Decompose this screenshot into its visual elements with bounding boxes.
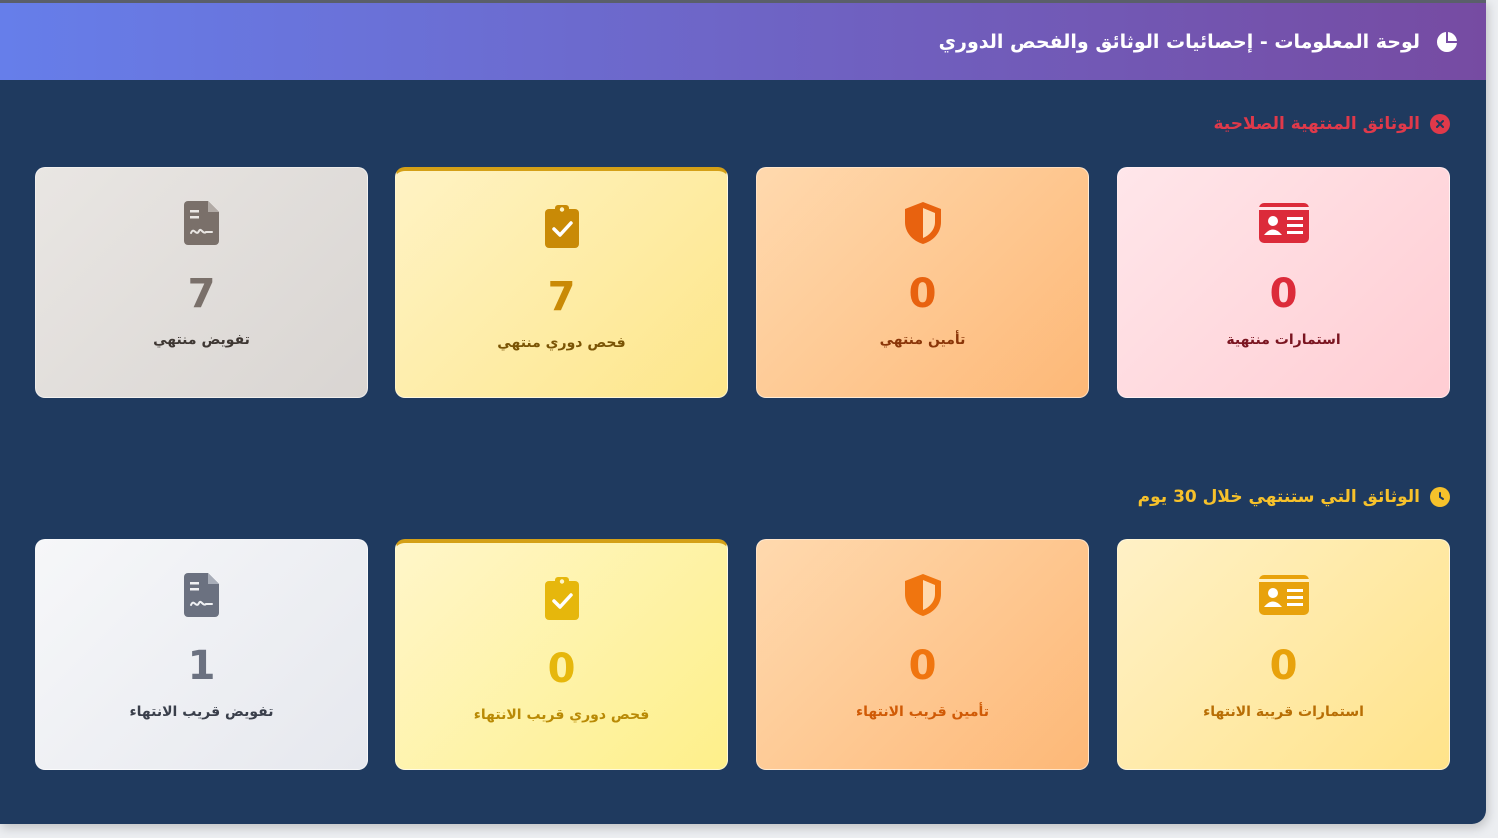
document-signature-icon (183, 198, 220, 248)
card-label: تفويض منتهي (153, 332, 250, 348)
expired-section-title: الوثائق المنتهية الصلاحية (1213, 114, 1450, 134)
card-value: 0 (1269, 271, 1298, 317)
expired-section-label: الوثائق المنتهية الصلاحية (1213, 114, 1420, 134)
clipboard-check-icon (544, 201, 580, 251)
card-expired-inspection[interactable]: 7 فحص دوري منتهي (395, 167, 728, 398)
card-label: استمارات قريبة الانتهاء (1203, 704, 1364, 720)
card-soon-authorization[interactable]: 1 تفويض قريب الانتهاء (35, 539, 368, 770)
card-label: تفويض قريب الانتهاء (129, 704, 274, 720)
card-expired-registrations[interactable]: 0 استمارات منتهية (1117, 167, 1450, 398)
shield-icon (901, 570, 945, 620)
page-title: لوحة المعلومات - إحصائيات الوثائق والفحص… (938, 30, 1420, 53)
card-label: استمارات منتهية (1226, 332, 1341, 348)
clipboard-check-icon (544, 573, 580, 623)
card-label: فحص دوري قريب الانتهاء (473, 707, 650, 723)
card-expired-authorization[interactable]: 7 تفويض منتهي (35, 167, 368, 398)
card-soon-insurance[interactable]: 0 تأمين قريب الانتهاء (756, 539, 1089, 770)
soon-section-label: الوثائق التي ستنتهي خلال 30 يوم (1137, 487, 1420, 507)
soon-section-title: الوثائق التي ستنتهي خلال 30 يوم (1138, 487, 1450, 507)
card-soon-inspection[interactable]: 0 فحص دوري قريب الانتهاء (395, 539, 728, 770)
card-value: 0 (908, 643, 937, 689)
card-value: 0 (547, 646, 576, 692)
card-soon-registrations[interactable]: 0 استمارات قريبة الانتهاء (1117, 539, 1450, 770)
clock-icon (1430, 487, 1450, 507)
card-value: 0 (908, 271, 937, 317)
card-expired-insurance[interactable]: 0 تأمين منتهي (756, 167, 1089, 398)
dashboard-header: لوحة المعلومات - إحصائيات الوثائق والفحص… (0, 0, 1486, 80)
dashboard-panel: لوحة المعلومات - إحصائيات الوثائق والفحص… (0, 0, 1486, 824)
card-value: 0 (1269, 643, 1298, 689)
id-card-icon (1258, 570, 1310, 620)
card-value: 7 (547, 274, 576, 320)
card-label: تأمين قريب الانتهاء (855, 704, 990, 720)
card-label: تأمين منتهي (879, 332, 966, 348)
x-circle-icon (1430, 114, 1450, 134)
document-signature-icon (183, 570, 220, 620)
card-label: فحص دوري منتهي (497, 335, 626, 351)
shield-icon (901, 198, 945, 248)
card-value: 1 (187, 643, 216, 689)
pie-chart-icon (1434, 29, 1460, 55)
card-value: 7 (187, 271, 216, 317)
id-card-icon (1258, 198, 1310, 248)
